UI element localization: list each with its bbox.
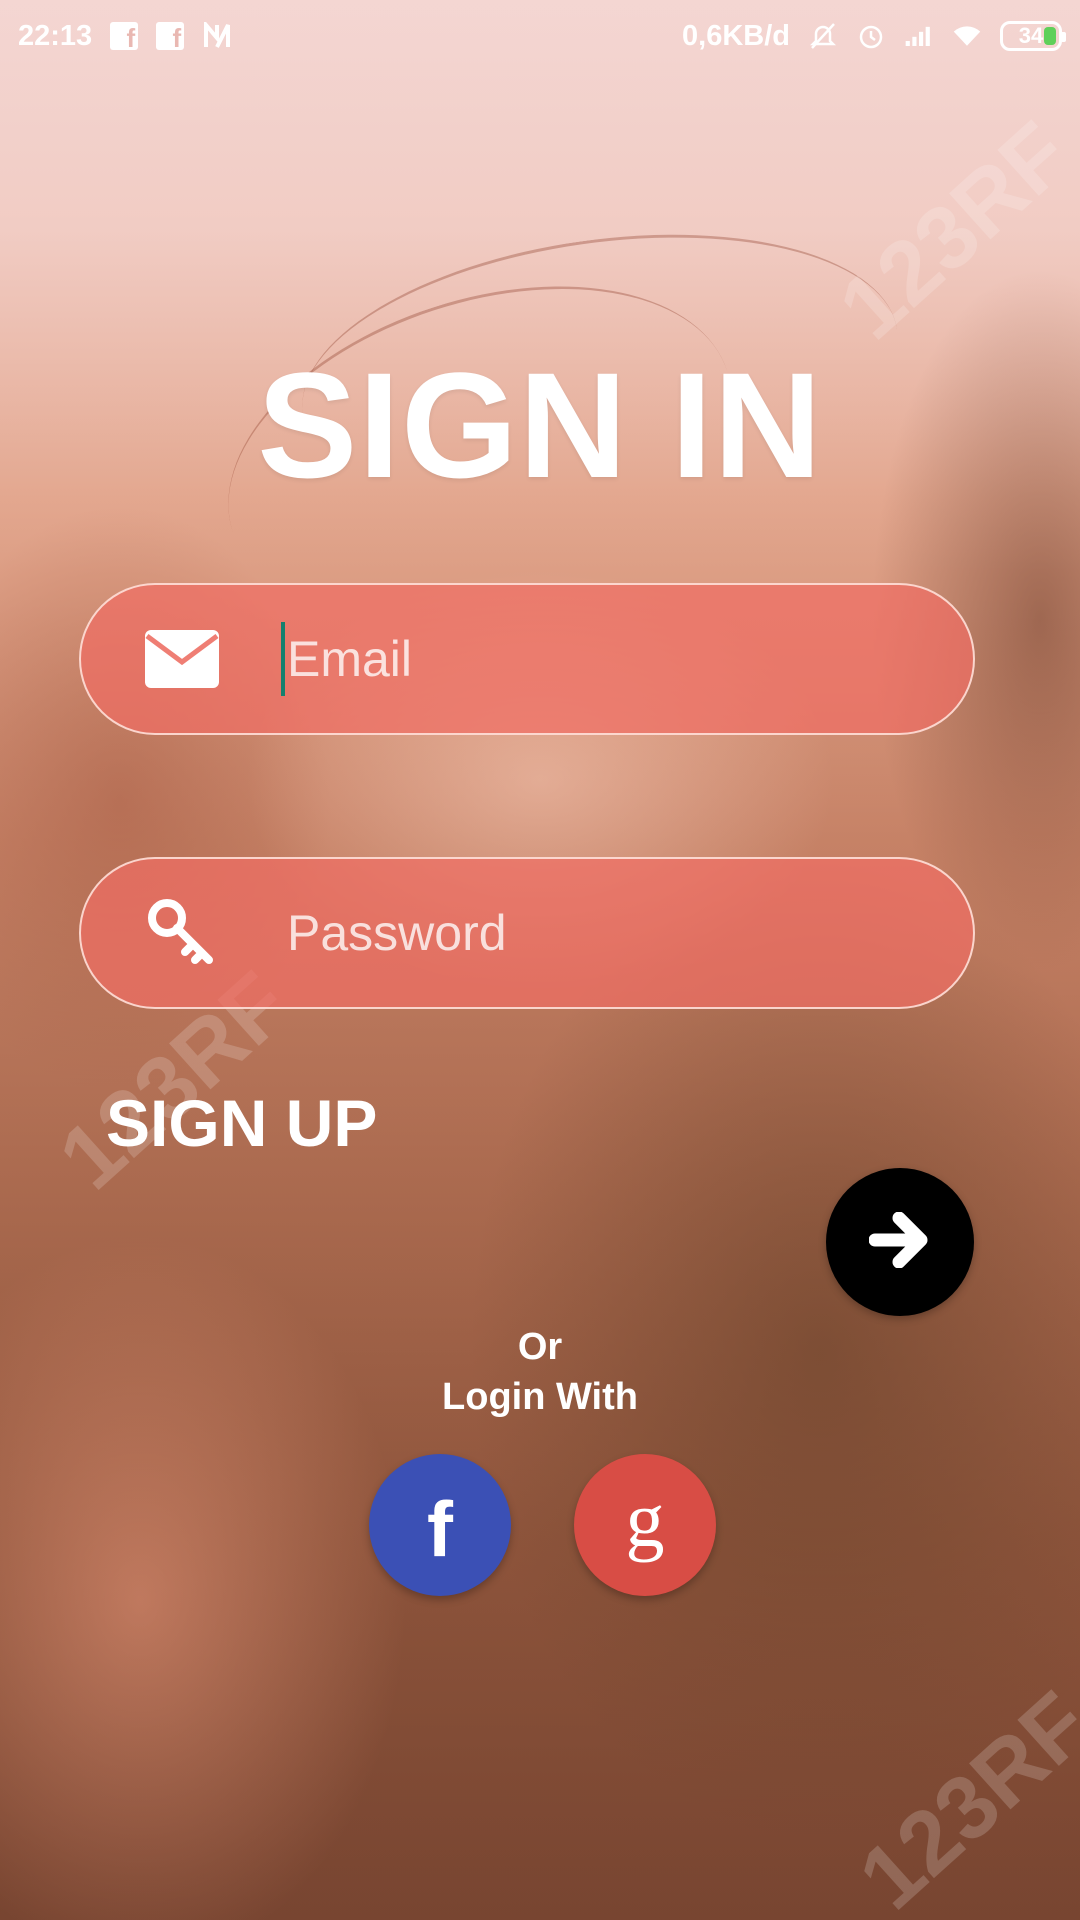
facebook-icon: f [156, 22, 185, 53]
mute-icon [808, 21, 838, 51]
facebook-login-button[interactable]: f [369, 1454, 511, 1596]
clock: 22:13 [18, 19, 93, 52]
password-field[interactable]: Password [79, 857, 975, 1009]
facebook-icon: f [110, 22, 139, 53]
arrow-right-icon [868, 1211, 931, 1273]
alt-login-label: Or Login With [0, 1322, 1080, 1422]
text-cursor [281, 622, 285, 696]
key-icon [137, 888, 227, 978]
battery-indicator: 34 [1000, 21, 1066, 51]
google-login-button[interactable]: g [574, 1454, 716, 1596]
status-right: 0,6KB/d 34 [682, 19, 1066, 53]
envelope-icon [137, 614, 227, 704]
signal-icon [904, 21, 934, 51]
status-bar: 22:13 f f 0,6KB/d 34 [0, 0, 1080, 72]
page-title: SIGN IN [257, 341, 823, 509]
email-input[interactable]: Email [281, 622, 412, 696]
wifi-icon [952, 21, 982, 51]
submit-button[interactable] [826, 1168, 974, 1316]
google-icon: g [625, 1476, 665, 1563]
status-left: 22:13 f f [18, 20, 232, 53]
or-label: Or [517, 1326, 563, 1368]
login-with-label: Login With [442, 1376, 638, 1418]
facebook-icon: f [427, 1485, 453, 1573]
password-input[interactable]: Password [287, 904, 507, 962]
alarm-icon [856, 21, 886, 51]
email-field[interactable]: Email [79, 583, 975, 735]
sign-in-screen: 123RF 123RF 123RF 22:13 f f 0,6KB/d 34 S… [0, 0, 1080, 1920]
network-speed: 0,6KB/d [682, 19, 790, 52]
sign-up-link[interactable]: SIGN UP [106, 1083, 377, 1163]
n-icon [202, 21, 232, 51]
